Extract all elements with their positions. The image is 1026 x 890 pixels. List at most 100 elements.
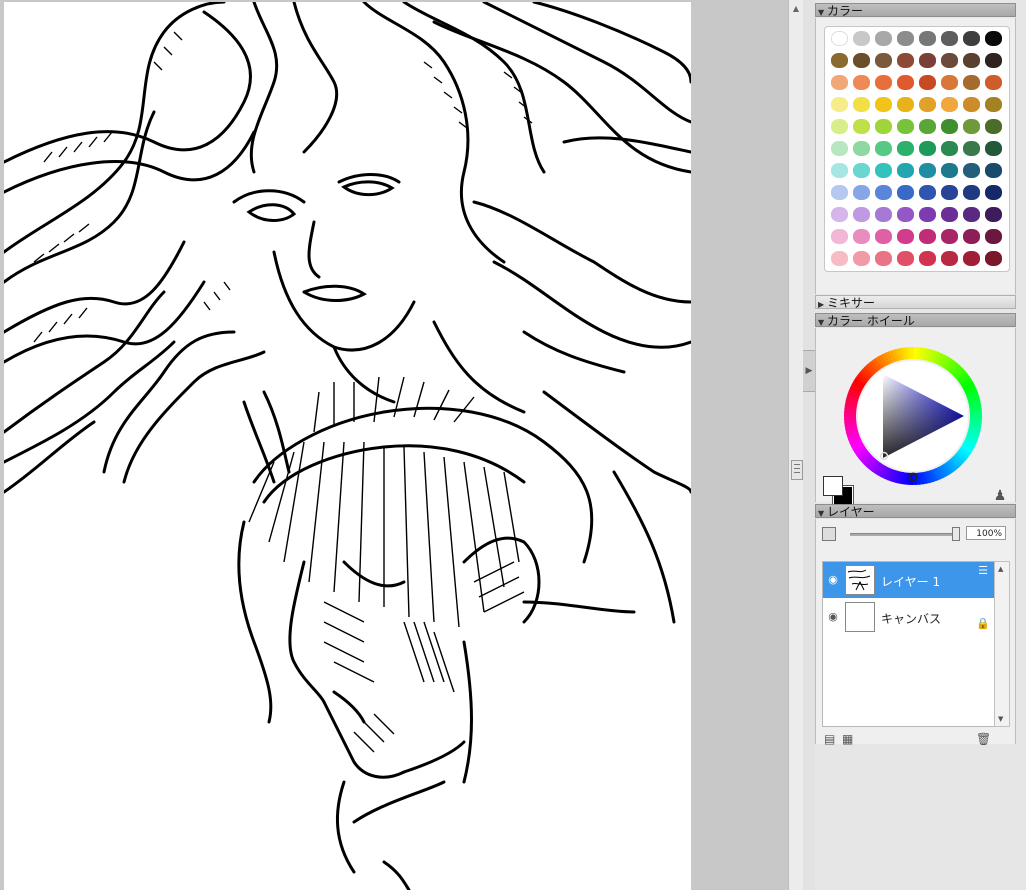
color-swatch[interactable]: [853, 229, 870, 244]
color-swatch[interactable]: [919, 119, 936, 134]
color-swatch[interactable]: [941, 75, 958, 90]
color-swatch[interactable]: [919, 251, 936, 266]
color-swatch[interactable]: [875, 53, 892, 68]
color-swatch[interactable]: [897, 163, 914, 178]
color-swatch[interactable]: [985, 207, 1002, 222]
color-swatch[interactable]: [853, 75, 870, 90]
color-swatch[interactable]: [941, 31, 958, 46]
color-swatch[interactable]: [941, 229, 958, 244]
color-swatch[interactable]: [831, 251, 848, 266]
color-swatch[interactable]: [897, 53, 914, 68]
color-swatch[interactable]: [941, 207, 958, 222]
color-swatch[interactable]: [941, 119, 958, 134]
color-swatch[interactable]: [897, 141, 914, 156]
layers-panel-header[interactable]: ▼ レイヤー: [815, 504, 1016, 519]
blend-mode-icon[interactable]: [822, 527, 836, 541]
color-swatch[interactable]: [897, 97, 914, 112]
layer-row-canvas[interactable]: ◉ キャンバス 🔒: [823, 599, 995, 635]
canvas-vertical-scrollbar[interactable]: ▲: [788, 0, 804, 890]
color-swatch[interactable]: [963, 119, 980, 134]
color-swatch[interactable]: [985, 75, 1002, 90]
color-swatch[interactable]: [897, 251, 914, 266]
drawing-canvas[interactable]: [4, 2, 691, 890]
canvas-viewport[interactable]: [0, 0, 788, 890]
color-swatch[interactable]: [985, 141, 1002, 156]
color-swatch[interactable]: [897, 31, 914, 46]
color-swatch[interactable]: [831, 229, 848, 244]
color-swatch[interactable]: [853, 97, 870, 112]
color-swatch[interactable]: [831, 141, 848, 156]
color-swatch[interactable]: [985, 53, 1002, 68]
color-swatch[interactable]: [897, 119, 914, 134]
trash-icon[interactable]: 🗑: [976, 732, 991, 746]
color-swatch[interactable]: [985, 119, 1002, 134]
color-swatch[interactable]: [853, 163, 870, 178]
color-swatch[interactable]: [919, 207, 936, 222]
color-swatch[interactable]: [831, 75, 848, 90]
color-swatch[interactable]: [853, 53, 870, 68]
stamp-icon[interactable]: ♟: [992, 488, 1008, 504]
color-swatch[interactable]: [963, 97, 980, 112]
color-swatch[interactable]: [897, 75, 914, 90]
color-wheel[interactable]: [843, 346, 983, 486]
color-swatch[interactable]: [875, 163, 892, 178]
scroll-up-arrow-icon[interactable]: ▲: [998, 565, 1003, 573]
color-swatch[interactable]: [919, 163, 936, 178]
scrollbar-grip[interactable]: [791, 460, 803, 480]
color-swatch[interactable]: [875, 31, 892, 46]
color-swatch[interactable]: [963, 75, 980, 90]
color-swatch[interactable]: [875, 97, 892, 112]
color-swatch[interactable]: [941, 53, 958, 68]
color-swatch[interactable]: [853, 119, 870, 134]
layer-options-icon[interactable]: ▦: [842, 732, 853, 746]
color-swatch[interactable]: [985, 251, 1002, 266]
color-swatch[interactable]: [963, 207, 980, 222]
color-swatch[interactable]: [831, 97, 848, 112]
color-swatch[interactable]: [919, 75, 936, 90]
color-swatch[interactable]: [919, 185, 936, 200]
color-swatch[interactable]: [941, 97, 958, 112]
color-swatch[interactable]: [831, 185, 848, 200]
visibility-eye-icon[interactable]: ◉: [824, 599, 842, 635]
color-swatch[interactable]: [875, 119, 892, 134]
color-swatch[interactable]: [963, 53, 980, 68]
color-swatch[interactable]: [985, 97, 1002, 112]
color-swatch[interactable]: [941, 251, 958, 266]
color-swatch[interactable]: [941, 163, 958, 178]
color-swatch[interactable]: [853, 251, 870, 266]
mixer-panel-header[interactable]: ▶ ミキサー: [815, 295, 1016, 312]
color-swatch[interactable]: [919, 229, 936, 244]
color-swatch[interactable]: [853, 185, 870, 200]
color-swatch[interactable]: [875, 207, 892, 222]
opacity-slider-knob[interactable]: [952, 527, 960, 541]
color-swatch[interactable]: [875, 75, 892, 90]
color-swatch[interactable]: [919, 97, 936, 112]
color-swatch[interactable]: [831, 53, 848, 68]
opacity-value[interactable]: 100%: [966, 526, 1006, 540]
color-swatch[interactable]: [831, 207, 848, 222]
expand-triangle-icon[interactable]: ▶: [818, 298, 827, 312]
color-wheel-panel-header[interactable]: ▼ カラー ホイール: [815, 313, 1016, 328]
color-swatch[interactable]: [963, 163, 980, 178]
visibility-eye-icon[interactable]: ◉: [824, 562, 842, 598]
color-swatch[interactable]: [919, 53, 936, 68]
color-swatch[interactable]: [919, 141, 936, 156]
opacity-slider[interactable]: [850, 533, 958, 536]
new-layer-icon[interactable]: ▤: [824, 732, 835, 746]
color-swatch[interactable]: [831, 31, 848, 46]
foreground-color-swatch[interactable]: [823, 476, 843, 496]
color-swatch[interactable]: [853, 207, 870, 222]
color-swatch[interactable]: [853, 141, 870, 156]
color-panel-header[interactable]: ▼ カラー: [815, 3, 1016, 18]
color-swatch[interactable]: [941, 185, 958, 200]
color-swatch[interactable]: [875, 229, 892, 244]
color-swatch[interactable]: [985, 163, 1002, 178]
scroll-down-arrow-icon[interactable]: ▼: [998, 715, 1003, 723]
color-swatch[interactable]: [897, 185, 914, 200]
color-swatch[interactable]: [875, 141, 892, 156]
color-swatch[interactable]: [875, 251, 892, 266]
color-swatch[interactable]: [919, 31, 936, 46]
color-swatch[interactable]: [985, 229, 1002, 244]
color-swatch[interactable]: [831, 163, 848, 178]
color-swatch[interactable]: [897, 229, 914, 244]
